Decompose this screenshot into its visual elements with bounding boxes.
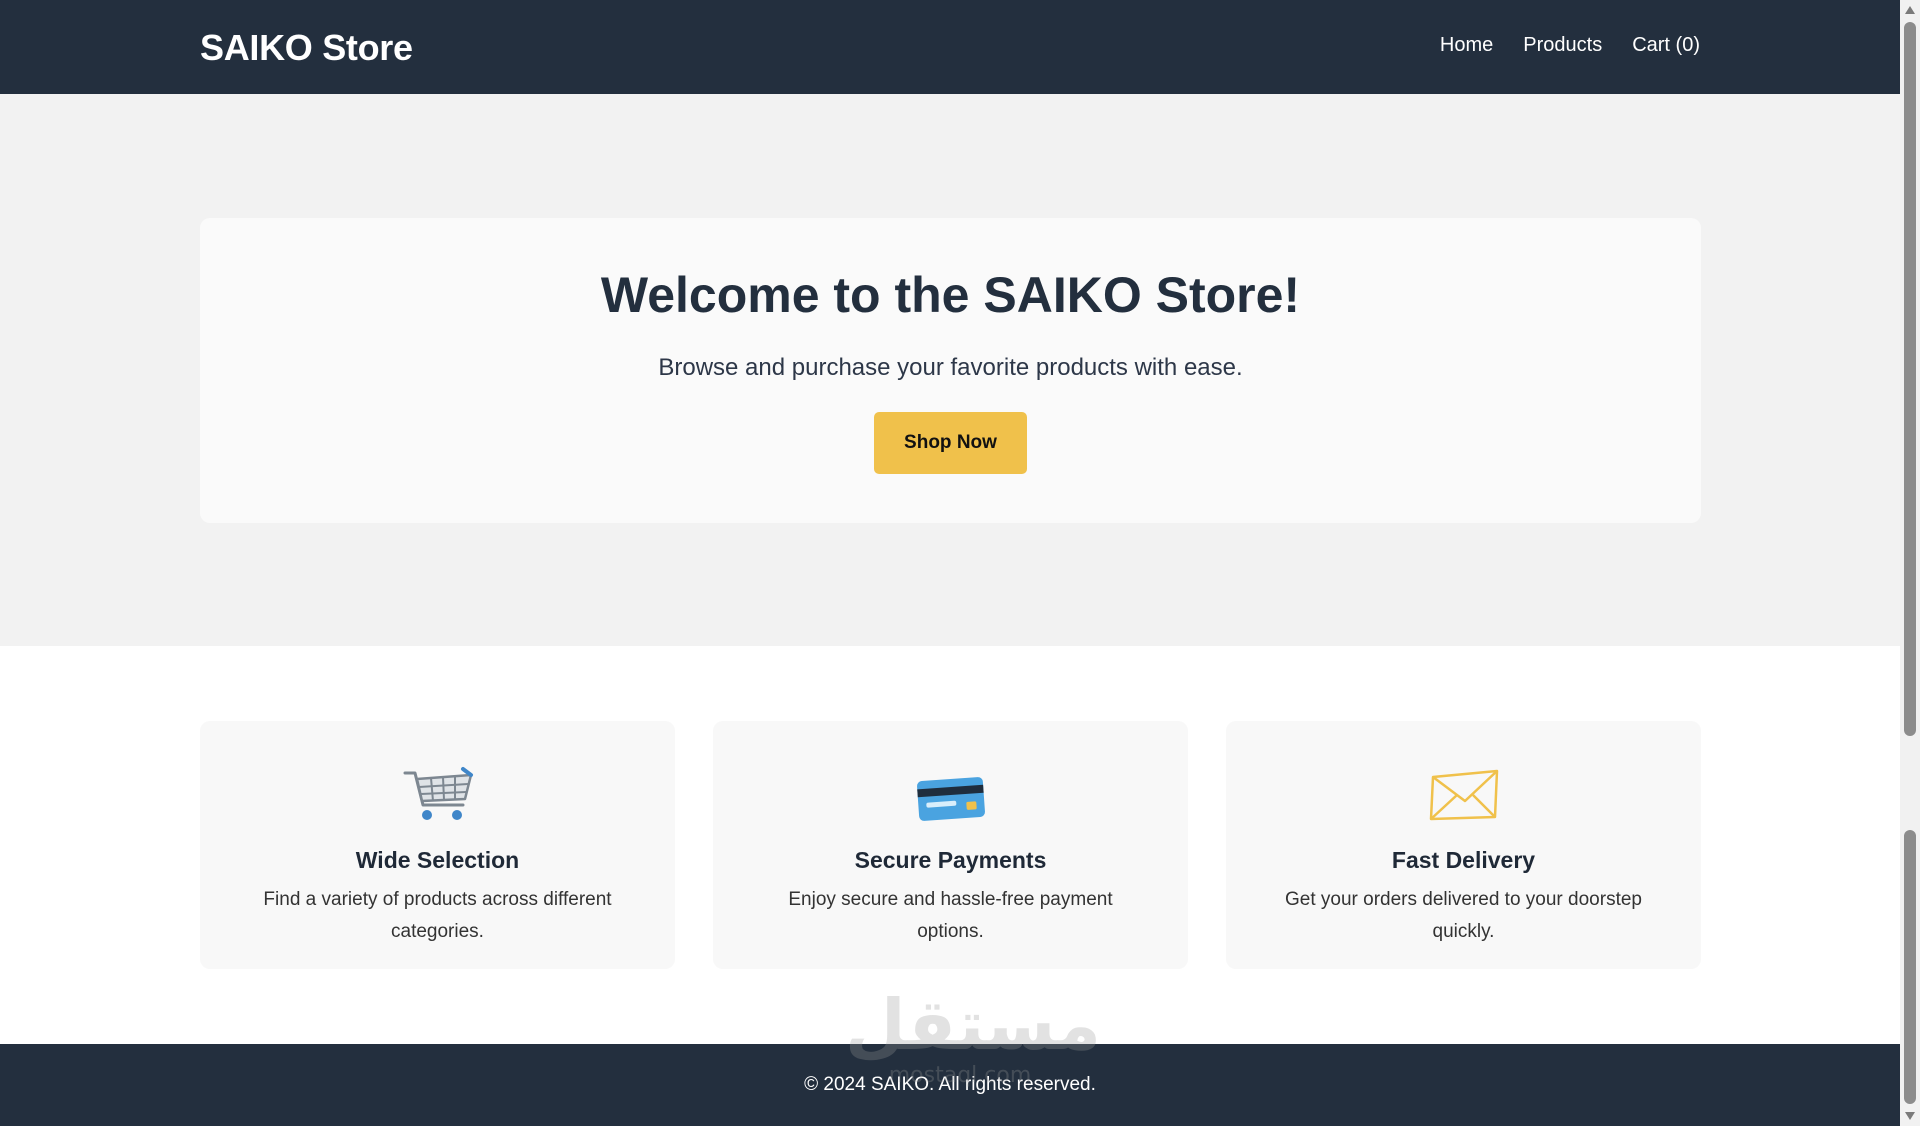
copyright-text: © 2024 SAIKO. All rights reserved. bbox=[804, 1074, 1096, 1095]
shopping-cart-icon bbox=[401, 765, 475, 823]
features-section: Wide Selection Find a variety of product… bbox=[200, 721, 1701, 969]
credit-card-icon bbox=[914, 765, 988, 823]
hero-title: Welcome to the SAIKO Store! bbox=[600, 267, 1301, 323]
feature-title: Fast Delivery bbox=[1391, 847, 1536, 873]
feature-card-fast-delivery: Fast Delivery Get your orders delivered … bbox=[1226, 721, 1701, 969]
main-nav: Home Products Cart (0) bbox=[1440, 34, 1700, 57]
feature-description: Find a variety of products across differ… bbox=[263, 889, 612, 942]
feature-title: Secure Payments bbox=[854, 847, 1047, 873]
site-footer: © 2024 SAIKO. All rights reserved. bbox=[0, 1044, 1900, 1126]
shop-now-button[interactable]: Shop Now bbox=[874, 412, 1027, 474]
envelope-icon bbox=[1427, 765, 1501, 823]
site-header: SAIKO Store Home Products Cart (0) bbox=[0, 0, 1900, 94]
hero-subtitle: Browse and purchase your favorite produc… bbox=[658, 354, 1243, 381]
brand-logo[interactable]: SAIKO Store bbox=[200, 27, 413, 69]
nav-home-link[interactable]: Home bbox=[1440, 34, 1493, 57]
feature-description: Enjoy secure and hassle-free payment opt… bbox=[788, 889, 1113, 942]
scrollbar-thumb[interactable] bbox=[1904, 22, 1916, 736]
nav-products-link[interactable]: Products bbox=[1523, 34, 1602, 57]
scroll-down-arrow-icon[interactable] bbox=[1905, 1112, 1915, 1120]
page: SAIKO Store Home Products Cart (0) Welco… bbox=[0, 0, 1900, 1126]
hero-card: Welcome to the SAIKO Store! Browse and p… bbox=[200, 218, 1701, 523]
scroll-up-arrow-icon[interactable] bbox=[1905, 6, 1915, 14]
feature-description: Get your orders delivered to your doorst… bbox=[1285, 889, 1642, 942]
hero-section: Welcome to the SAIKO Store! Browse and p… bbox=[0, 94, 1900, 646]
feature-card-wide-selection: Wide Selection Find a variety of product… bbox=[200, 721, 675, 969]
feature-card-secure-payments: Secure Payments Enjoy secure and hassle-… bbox=[713, 721, 1188, 969]
feature-title: Wide Selection bbox=[355, 847, 520, 873]
nav-cart-link[interactable]: Cart (0) bbox=[1632, 34, 1700, 57]
vertical-scrollbar[interactable] bbox=[1900, 0, 1920, 1126]
scrollbar-thumb-lower[interactable] bbox=[1904, 830, 1916, 1104]
